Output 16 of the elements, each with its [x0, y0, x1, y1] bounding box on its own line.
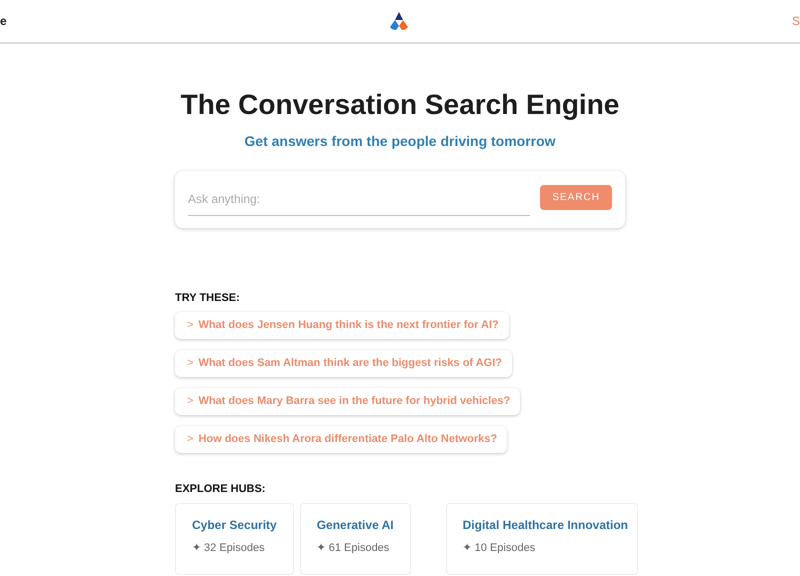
hub-card[interactable]: Generative AI ✦ 61 Episodes [300, 503, 411, 575]
hub-title[interactable]: Digital Healthcare Innovation [462, 518, 628, 532]
episode-count: ✦ 61 Episodes [316, 541, 390, 554]
page-subtitle: Get answers from the people driving tomorrow [243, 133, 557, 149]
hub-title[interactable]: Cyber Security [192, 518, 277, 532]
page-title: The Conversation Search Engine [180, 89, 620, 121]
episode-count: ✦ 32 Episodes [192, 541, 265, 554]
hub-card[interactable]: Cyber Security ✦ 32 Episodes [175, 503, 294, 575]
hub-title[interactable]: Generative AI [316, 518, 394, 532]
hub-card[interactable]: Digital Healthcare Innovation ✦ 10 Episodes [446, 503, 638, 575]
section-heading: TRY THESE: [175, 292, 241, 304]
section-heading: EXPLORE HUBS: [175, 483, 266, 495]
episode-count: ✦ 10 Episodes [462, 541, 536, 554]
logo-icon [388, 11, 410, 31]
nav-link[interactable]: S [792, 14, 800, 28]
nav-text: e [0, 14, 7, 28]
